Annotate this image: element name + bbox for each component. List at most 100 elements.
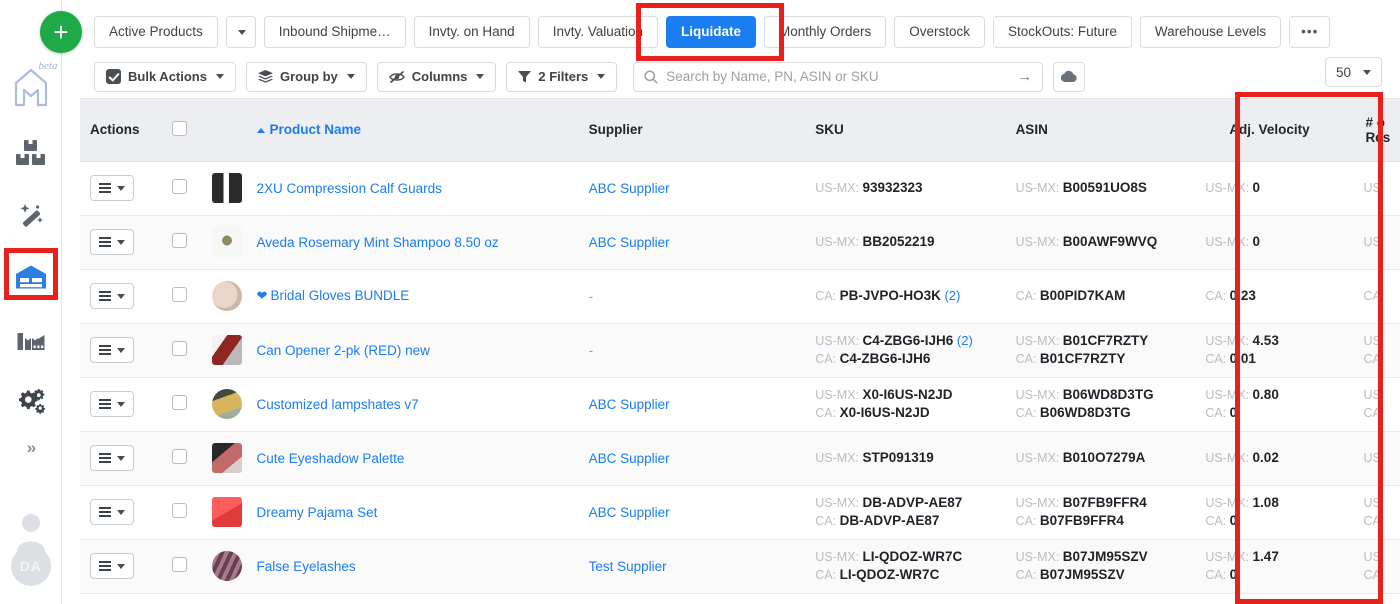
tab-inbound-shipments[interactable]: Inbound Shipme… <box>264 16 406 48</box>
row-actions-button[interactable] <box>90 229 134 255</box>
cell-product-name: Dreamy Pajama Set <box>247 485 579 539</box>
market-label: US-MX: <box>815 181 862 195</box>
row-checkbox[interactable] <box>172 557 187 572</box>
columns-button[interactable]: Columns <box>377 62 497 92</box>
market-label: CA: <box>1363 289 1384 303</box>
tab-stockouts-future[interactable]: StockOuts: Future <box>993 16 1132 48</box>
sidebar-expand-button[interactable]: » <box>27 438 34 458</box>
row-checkbox[interactable] <box>172 341 187 356</box>
product-name-link[interactable]: Dreamy Pajama Set <box>257 505 378 520</box>
sidebar-item-warehouse[interactable] <box>8 254 54 300</box>
cell-select[interactable] <box>162 539 202 593</box>
row-actions-button[interactable] <box>90 337 134 363</box>
cell-select[interactable] <box>162 161 202 215</box>
table-row[interactable]: False Eyelashes Test Supplier US-MX: LI-QD… <box>80 539 1400 593</box>
products-table-container[interactable]: Actions Product Name Supplier SKU ASIN A… <box>80 98 1400 604</box>
tab-invty-valuation[interactable]: Invty. Valuation <box>538 16 658 48</box>
sidebar-item-automation[interactable] <box>8 192 54 238</box>
sidebar-item-inventory[interactable] <box>8 130 54 176</box>
page-size-select[interactable]: 50 <box>1325 57 1382 87</box>
tab-warehouse-levels[interactable]: Warehouse Levels <box>1140 16 1281 48</box>
table-row[interactable]: Customized lampshates v7ABC SupplierUS-M… <box>80 377 1400 431</box>
value-text: B00591UO8S <box>1063 180 1147 195</box>
favorite-heart-icon[interactable]: ❤ <box>257 288 268 303</box>
variant-count[interactable]: (2) <box>941 288 961 303</box>
product-name-link[interactable]: Customized lampshates v7 <box>257 397 419 412</box>
search-box[interactable]: → <box>633 62 1043 92</box>
supplier-link[interactable]: ABC Supplier <box>589 397 670 412</box>
table-row[interactable]: Aveda Rosemary Mint Shampoo 8.50 oz ABC S… <box>80 215 1400 269</box>
header-sku[interactable]: SKU <box>805 99 1005 161</box>
row-actions-button[interactable] <box>90 283 134 309</box>
cell-select[interactable] <box>162 485 202 539</box>
header-adj-velocity[interactable]: Adj. Velocity <box>1195 99 1353 161</box>
market-label: CA: <box>1363 352 1384 366</box>
row-checkbox[interactable] <box>172 179 187 194</box>
product-name-link[interactable]: Cute Eyeshadow Palette <box>257 451 405 466</box>
row-checkbox[interactable] <box>172 503 187 518</box>
supplier-link[interactable]: ABC Supplier <box>589 451 670 466</box>
market-label: US-MX: <box>1016 550 1063 564</box>
search-input[interactable] <box>666 69 1009 84</box>
sidebar-item-suppliers[interactable] <box>8 316 54 362</box>
row-actions-button[interactable] <box>90 175 134 201</box>
supplier-link[interactable]: ABC Supplier <box>589 505 670 520</box>
filters-button[interactable]: 2 Filters <box>506 62 617 92</box>
row-checkbox[interactable] <box>172 395 187 410</box>
header-asin[interactable]: ASIN <box>1006 99 1196 161</box>
bulk-actions-button[interactable]: Bulk Actions <box>94 62 236 92</box>
product-name-link[interactable]: Bridal Gloves BUNDLE <box>270 288 409 303</box>
header-reserved[interactable]: # o Res <box>1353 99 1400 161</box>
product-name-link[interactable]: Can Opener 2-pk (RED) new <box>257 343 430 358</box>
supplier-link[interactable]: ABC Supplier <box>589 181 670 196</box>
user-avatar-area[interactable]: DA <box>7 512 55 586</box>
cell-sku: US-MX: LI-QDOZ-WR7CCA: LI-QDOZ-WR7C <box>805 539 1005 593</box>
tab-liquidate[interactable]: Liquidate <box>666 16 756 48</box>
table-row[interactable]: Dreamy Pajama SetABC SupplierUS-MX: DB-A… <box>80 485 1400 539</box>
row-actions-button[interactable] <box>90 391 134 417</box>
sidebar-item-settings[interactable] <box>8 378 54 424</box>
group-by-button[interactable]: Group by <box>246 62 367 92</box>
cell-adj-velocity: CA: 0.23 <box>1195 269 1353 323</box>
row-actions-button[interactable] <box>90 445 134 471</box>
select-all-checkbox[interactable] <box>172 121 187 136</box>
row-checkbox[interactable] <box>172 287 187 302</box>
tab-monthly-orders[interactable]: Monthly Orders <box>764 16 886 48</box>
cell-select[interactable] <box>162 323 202 377</box>
tab-active-products[interactable]: Active Products <box>94 16 218 48</box>
supplier-link[interactable]: ABC Supplier <box>589 235 670 250</box>
search-submit-arrow-icon[interactable]: → <box>1017 68 1032 85</box>
avatar[interactable]: DA <box>11 546 51 586</box>
product-name-link[interactable]: Aveda Rosemary Mint Shampoo 8.50 oz <box>257 235 499 250</box>
table-row[interactable]: Cute Eyeshadow PaletteABC SupplierUS-MX:… <box>80 431 1400 485</box>
row-actions-button[interactable] <box>90 553 134 579</box>
table-row[interactable]: Can Opener 2-pk (RED) new-US-MX: C4-ZBG6… <box>80 323 1400 377</box>
cell-adj-velocity: US-MX: 4.53CA: 0.01 <box>1195 323 1353 377</box>
row-checkbox[interactable] <box>172 449 187 464</box>
table-row[interactable]: ❤Bridal Gloves BUNDLE-CA: PB-JVPO-HO3K (… <box>80 269 1400 323</box>
header-product-name[interactable]: Product Name <box>247 99 579 161</box>
export-cloud-button[interactable] <box>1053 62 1085 92</box>
cell-select[interactable] <box>162 431 202 485</box>
table-row[interactable]: 2XU Compression Calf Guards ABC Supplier U… <box>80 161 1400 215</box>
add-new-button[interactable]: + <box>40 11 82 53</box>
cell-sku: CA: PB-JVPO-HO3K (2) <box>805 269 1005 323</box>
tab-more-button[interactable]: ••• <box>1289 16 1330 48</box>
cell-select[interactable] <box>162 269 202 323</box>
header-select-all[interactable] <box>162 99 202 161</box>
product-name-link[interactable]: 2XU Compression Calf Guards <box>257 181 442 196</box>
cell-product-name: 2XU Compression Calf Guards <box>247 161 579 215</box>
market-label: CA: <box>1205 406 1229 420</box>
supplier-link[interactable]: Test Supplier <box>589 559 667 574</box>
cell-select[interactable] <box>162 215 202 269</box>
header-supplier[interactable]: Supplier <box>579 99 806 161</box>
variant-count[interactable]: (2) <box>953 333 973 348</box>
row-actions-button[interactable] <box>90 499 134 525</box>
product-name-link[interactable]: False Eyelashes <box>257 559 356 574</box>
tab-overstock[interactable]: Overstock <box>894 16 985 48</box>
cell-select[interactable] <box>162 377 202 431</box>
tab-active-products-dropdown[interactable] <box>226 16 256 48</box>
tab-invty-on-hand[interactable]: Invty. on Hand <box>414 16 530 48</box>
velocity-line: US-MX: 1.08 <box>1205 494 1343 512</box>
row-checkbox[interactable] <box>172 233 187 248</box>
